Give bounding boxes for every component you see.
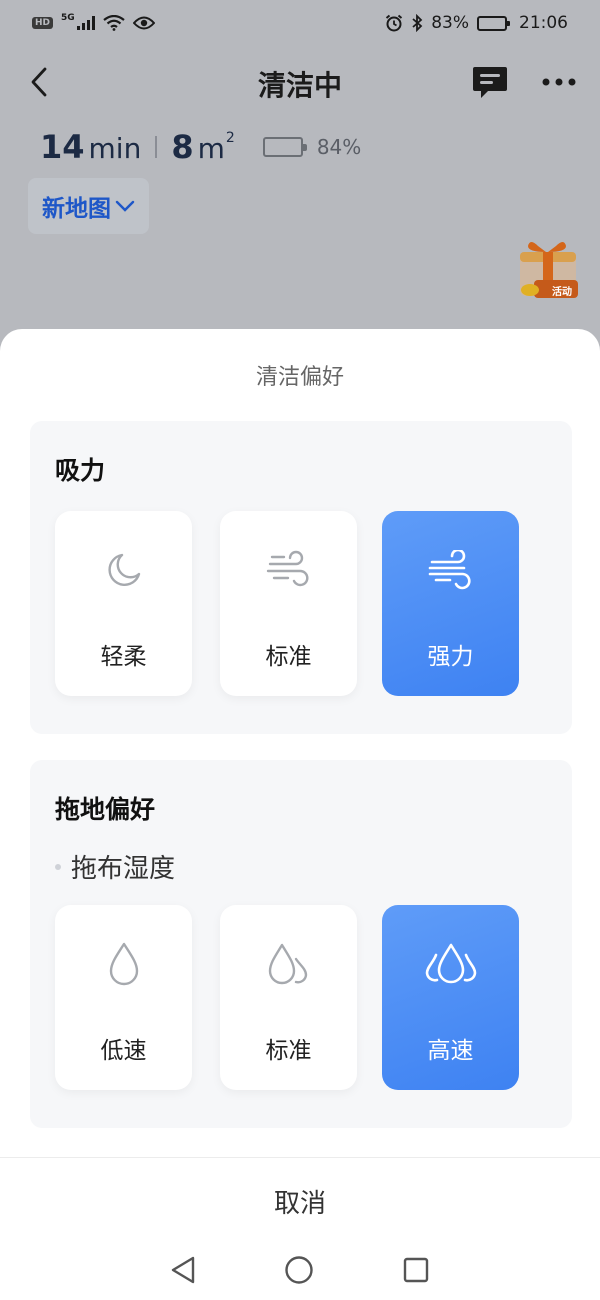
robot-battery-percent: 84%: [316, 135, 362, 159]
mop-option-standard[interactable]: 标准: [220, 905, 357, 1090]
area-unit: m: [197, 132, 225, 165]
clock: 21:06: [519, 13, 568, 33]
wifi-icon: [102, 15, 125, 31]
back-icon[interactable]: [30, 67, 48, 97]
mop-title: 拖地偏好: [55, 795, 156, 824]
area-value: 8: [171, 128, 194, 166]
map-selector-label: 新地图: [42, 196, 111, 222]
hd-badge: HD: [32, 17, 54, 29]
mop-subtitle: 拖布湿度: [55, 848, 175, 885]
promo-gift[interactable]: 活动: [516, 236, 580, 302]
message-icon[interactable]: [472, 65, 508, 99]
mop-option-high[interactable]: 高速: [382, 905, 519, 1090]
suction-option-strong[interactable]: 强力: [382, 511, 519, 696]
duration-value: 14: [40, 128, 85, 166]
wind-icon: [266, 550, 308, 587]
suction-option-label: 轻柔: [100, 644, 147, 670]
map-selector[interactable]: 新地图: [28, 178, 149, 234]
mop-option-label: 标准: [265, 1038, 312, 1064]
triple-drop-icon: [425, 943, 476, 984]
background-app: HD 5G 83% 21:06 清洁中 14 min 8 m 2 84% 新地图…: [0, 0, 600, 360]
duration-unit: min: [88, 132, 142, 165]
double-drop-icon: [268, 943, 307, 985]
back-triangle-icon[interactable]: [170, 1255, 196, 1285]
cleaning-preference-sheet: 清洁偏好 吸力 轻柔 标准 强力 拖地偏好 拖布湿度 低速 标准 高速 取消: [0, 329, 600, 1300]
suction-title: 吸力: [55, 456, 106, 485]
system-navigation-bar: [0, 1240, 600, 1300]
recents-square-icon[interactable]: [402, 1256, 430, 1284]
more-icon[interactable]: [542, 78, 576, 86]
area-unit-superscript: 2: [225, 130, 235, 146]
nav-bar: 清洁中: [0, 54, 600, 110]
cleaning-stats: 14 min 8 m2 84%: [40, 128, 361, 166]
strong-wind-icon: [428, 550, 471, 590]
mop-option-label: 高速: [427, 1038, 474, 1064]
eye-icon: [132, 16, 155, 30]
battery-icon: [477, 15, 510, 31]
chevron-down-icon: [115, 200, 135, 212]
mop-option-label: 低速: [100, 1038, 147, 1064]
battery-percent: 83%: [431, 13, 469, 33]
sheet-divider: [0, 1157, 600, 1158]
status-bar: HD 5G 83% 21:06: [0, 0, 600, 46]
suction-option-label: 强力: [427, 644, 474, 670]
mop-section: 拖地偏好 拖布湿度 低速 标准 高速: [30, 760, 572, 1128]
moon-icon: [107, 553, 140, 586]
suction-option-label: 标准: [265, 644, 312, 670]
bluetooth-icon: [412, 14, 423, 32]
robot-battery-icon: [262, 137, 307, 157]
cancel-button[interactable]: 取消: [0, 1169, 600, 1239]
suction-option-gentle[interactable]: 轻柔: [55, 511, 192, 696]
suction-section: 吸力 轻柔 标准 强力: [30, 421, 572, 734]
stat-divider: [155, 136, 158, 158]
network-type: 5G: [61, 13, 75, 23]
mop-option-low[interactable]: 低速: [55, 905, 192, 1090]
home-circle-icon[interactable]: [284, 1255, 314, 1285]
single-drop-icon: [109, 942, 138, 986]
mop-subtitle-text: 拖布湿度: [71, 854, 176, 884]
suction-option-standard[interactable]: 标准: [220, 511, 357, 696]
promo-badge: 活动: [552, 287, 572, 298]
signal-icon: [76, 16, 95, 30]
bullet-dot: [55, 863, 61, 870]
alarm-icon: [386, 14, 403, 32]
sheet-title: 清洁偏好: [255, 365, 344, 390]
